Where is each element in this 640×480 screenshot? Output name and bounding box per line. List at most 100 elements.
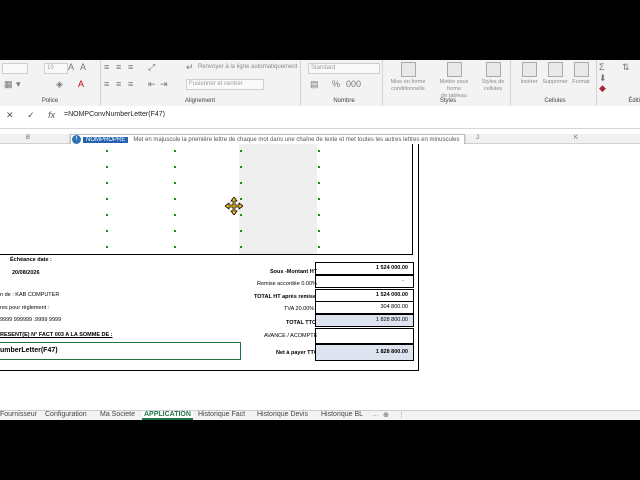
format-label: Format: [572, 79, 590, 85]
error-indicator: [174, 246, 176, 248]
font-color-icon[interactable]: A: [78, 80, 84, 89]
group-edition: Σ ⬇ ◆ ⇅ Éditi: [596, 60, 640, 106]
error-indicator: [318, 166, 320, 168]
align-top-icon[interactable]: ≡: [104, 63, 109, 72]
error-indicator: [106, 166, 108, 168]
page-right-border: [418, 144, 419, 370]
sheet-tab-application[interactable]: APPLICATION: [142, 411, 193, 420]
insert-button[interactable]: Insérer: [516, 62, 542, 86]
error-indicator: [106, 230, 108, 232]
thousands-icon[interactable]: 000: [346, 80, 361, 89]
column-header-k[interactable]: K: [574, 135, 578, 141]
phone-line[interactable]: 9999 999999 .9999 9999: [0, 317, 61, 323]
error-indicator: [174, 214, 176, 216]
insert-label: Insérer: [520, 79, 538, 85]
format-button[interactable]: Format: [568, 62, 594, 86]
sheet-tab-fournisseur[interactable]: Fournisseur: [0, 411, 37, 418]
clear-icon[interactable]: ◆: [599, 84, 606, 93]
sum-line[interactable]: RESENT(E) N° FACT 003 A LA SOMME DE :: [0, 332, 113, 338]
sheet-tab-ma-societe[interactable]: Ma Societe: [100, 411, 135, 418]
shaded-column: [239, 144, 317, 254]
tooltip-description: Met en majuscule la première lettre de c…: [133, 137, 460, 143]
cell-styles-button[interactable]: Styles de cellules: [480, 62, 506, 93]
add-sheet-icon[interactable]: ⊕: [383, 411, 389, 419]
table-bottom-border: [0, 254, 413, 255]
currency-icon[interactable]: ▤: [310, 80, 319, 89]
align-bottom-icon[interactable]: ≡: [128, 63, 133, 72]
error-indicator: [318, 214, 320, 216]
subtotal-label: Sous -Montant HT: [270, 269, 318, 275]
decrease-font-icon[interactable]: A: [80, 63, 86, 72]
group-label-edition: Éditi: [628, 98, 640, 104]
border-icon[interactable]: ▦: [4, 80, 13, 89]
sheet-tab-historique-devis[interactable]: Historique Devis: [257, 411, 308, 418]
merge-center-button[interactable]: Fusionner et centrer: [186, 79, 264, 90]
amount-words-formula: umberLetter(F47): [0, 347, 58, 354]
group-police: 10 A A ▦ ▾ ◈ A Police: [0, 60, 101, 106]
ribbon: 10 A A ▦ ▾ ◈ A Police ≡ ≡ ≡ ⤢ ↵ Renvoyer…: [0, 60, 640, 107]
percent-icon[interactable]: %: [332, 80, 340, 89]
wrap-text-icon[interactable]: ↵: [186, 63, 194, 72]
table-right-border: [412, 144, 413, 254]
formula-input[interactable]: =NOMPConvNumberLetter(F47): [64, 111, 165, 118]
cond-format-label-2: conditionnelle: [391, 86, 425, 92]
font-size-dropdown[interactable]: 10: [44, 63, 68, 74]
sheet-tab-configuration[interactable]: Configuration: [45, 411, 87, 418]
format-table-label-1: Mettre sous forme: [439, 79, 469, 92]
advance-cell[interactable]: [315, 328, 414, 344]
group-label-cellules: Cellules: [544, 98, 566, 104]
scroll-tabs-icon[interactable]: ⋮: [398, 411, 405, 419]
error-indicator: [318, 230, 320, 232]
chevron-down-icon[interactable]: ▾: [16, 80, 21, 89]
delete-button[interactable]: Supprimer: [542, 62, 568, 86]
cell-styles-label-2: cellules: [483, 86, 503, 92]
format-table-button[interactable]: Mettre sous forme de tableau: [432, 62, 476, 100]
indent-decrease-icon[interactable]: ⇤: [148, 80, 156, 89]
fill-icon[interactable]: ⬇: [599, 74, 607, 83]
number-format-dropdown[interactable]: Standard: [308, 63, 380, 74]
error-indicator: [318, 150, 320, 152]
column-header-j[interactable]: J: [476, 135, 479, 141]
echeance-label: Échéance date :: [10, 257, 52, 263]
increase-font-icon[interactable]: A: [68, 63, 74, 72]
error-indicator: [174, 166, 176, 168]
wrap-text-button[interactable]: Renvoyer à la ligne automatiquement: [198, 64, 297, 70]
total-ttc-value: 1 828 800.00: [375, 317, 408, 323]
more-tabs-icon[interactable]: …: [372, 411, 379, 418]
fx-icon[interactable]: fx: [48, 110, 55, 120]
sheet-tab-historique-fact[interactable]: Historique Fact: [198, 411, 245, 418]
payment-line[interactable]: res pour règlement :: [0, 305, 49, 311]
echeance-date[interactable]: 20/08/2026: [12, 270, 40, 276]
align-right-icon[interactable]: ≡: [128, 80, 133, 89]
align-center-icon[interactable]: ≡: [116, 80, 121, 89]
align-left-icon[interactable]: ≡: [104, 80, 109, 89]
company-line[interactable]: n de : KAB COMPUTER: [0, 292, 59, 298]
indent-increase-icon[interactable]: ⇥: [160, 80, 168, 89]
enter-icon[interactable]: ✓: [27, 110, 35, 120]
group-label-styles: Styles: [439, 98, 457, 104]
group-styles: Mise en forme conditionnelle Mettre sous…: [386, 60, 511, 106]
tooltip-function-name[interactable]: NOMPROPRE: [83, 137, 129, 143]
orientation-icon[interactable]: ⤢: [148, 63, 155, 72]
group-label-police: Police: [41, 98, 59, 104]
format-icon: [573, 62, 589, 77]
font-name-dropdown[interactable]: [2, 63, 28, 74]
sheet-tab-historique-bl[interactable]: Historique BL: [321, 411, 363, 418]
error-indicator: [106, 246, 108, 248]
error-indicator: [240, 230, 242, 232]
align-middle-icon[interactable]: ≡: [116, 63, 121, 72]
delete-label: Supprimer: [542, 79, 568, 85]
error-indicator: [174, 150, 176, 152]
error-indicator: [318, 198, 320, 200]
error-indicator: [318, 182, 320, 184]
column-header-b[interactable]: B: [26, 135, 30, 141]
conditional-format-button[interactable]: Mise en forme conditionnelle: [388, 62, 428, 93]
autosum-icon[interactable]: Σ: [599, 63, 605, 72]
fill-color-icon[interactable]: ◈: [56, 80, 63, 89]
cancel-icon[interactable]: ✕: [6, 110, 14, 120]
group-label-alignement: Alignement: [184, 98, 216, 104]
sort-filter-icon[interactable]: ⇅: [622, 63, 630, 72]
discount-label: Remise accordée 0.00%: [257, 281, 317, 287]
function-icon: f: [72, 135, 81, 144]
worksheet-grid[interactable]: Échéance date : 20/08/2026 n de : KAB CO…: [0, 144, 640, 410]
